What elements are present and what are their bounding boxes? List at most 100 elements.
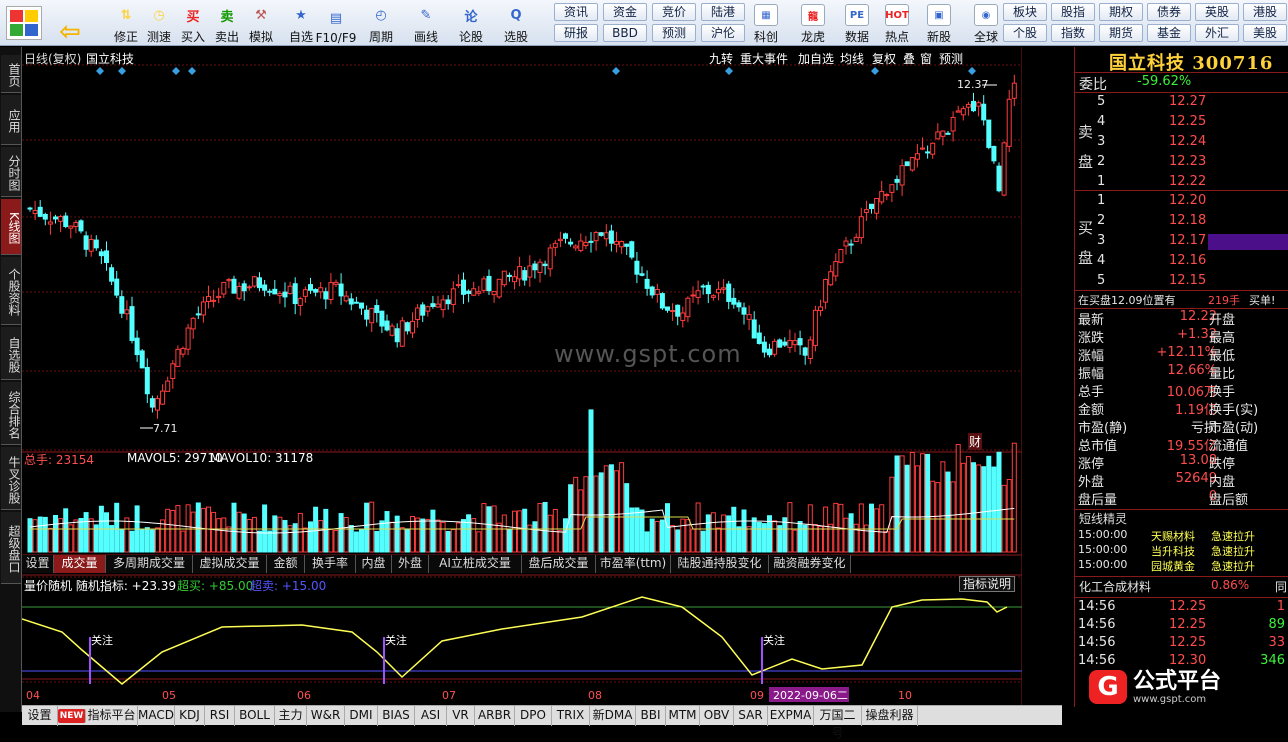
indicator-tab-8[interactable]: W&R	[307, 706, 345, 726]
indicator-tab-0[interactable]: 设置	[22, 706, 58, 726]
indicator-tab-13[interactable]: ARBR	[475, 706, 515, 726]
chart-header-button[interactable]: 九转	[709, 50, 733, 67]
subtab-11[interactable]: 陆股通持股变化	[671, 555, 769, 573]
market-link-button[interactable]: 港股	[1243, 3, 1287, 21]
indicator-tab-4[interactable]: KDJ	[175, 706, 205, 726]
chart-header-button[interactable]: 均线	[840, 50, 864, 67]
subtab-9[interactable]: 盘后成交量	[522, 555, 596, 573]
indicator-help-button[interactable]: 指标说明	[959, 576, 1016, 592]
candle-body	[930, 142, 936, 155]
back-button[interactable]: ⇦	[52, 1, 88, 47]
quick-link-button[interactable]: 资讯	[554, 3, 598, 21]
left-tab-2[interactable]: 分时图	[1, 147, 21, 197]
quick-link-button[interactable]: 沪伦	[701, 24, 745, 42]
toolbar-pencil-button[interactable]: ✎ 画线	[407, 1, 445, 45]
toolbar-ipo-button[interactable]: ▣ 新股	[918, 1, 960, 45]
subtab-1[interactable]: 成交量	[54, 555, 106, 573]
left-tab-3[interactable]: K线图	[1, 199, 21, 255]
indicator-tab-9[interactable]: DMI	[345, 706, 378, 726]
sector-name[interactable]: 化工合成材料	[1079, 578, 1151, 595]
chart-header-button[interactable]: 加自选	[798, 50, 834, 67]
kline-chart-svg[interactable]: 12.6311.6010.579.528.499.36159037951X10+…	[22, 47, 1022, 707]
indicator-tab-12[interactable]: VR	[447, 706, 475, 726]
left-tab-1[interactable]: 应用	[1, 95, 21, 145]
left-tab-0[interactable]: 首页	[1, 55, 21, 93]
indicator-tab-15[interactable]: TRIX	[552, 706, 590, 726]
quick-link-button[interactable]: 竞价	[652, 3, 696, 21]
indicator-tab-2[interactable]: 指标平台	[86, 706, 138, 726]
chart-header-button[interactable]: 复权	[872, 50, 896, 67]
subtab-4[interactable]: 金额	[267, 555, 305, 573]
toolbar-hot-button[interactable]: HOT 热点	[876, 1, 918, 45]
left-tab-6[interactable]: 综合排名	[1, 382, 21, 445]
toolbar-clock-button[interactable]: ◷ 测速	[140, 1, 178, 45]
toolbar-f10-button[interactable]: ▤ F10/F9	[316, 1, 357, 46]
market-link-button[interactable]: 期货	[1099, 24, 1143, 42]
candle-body	[308, 284, 313, 291]
notice-tag: 买单!	[1249, 294, 1276, 307]
toolbar-pe-button[interactable]: PE 数据	[836, 1, 878, 45]
market-link-button[interactable]: 指数	[1051, 24, 1095, 42]
subtab-8[interactable]: AI立桩成交量	[429, 555, 522, 573]
indicator-tab-5[interactable]: RSI	[205, 706, 235, 726]
indicator-tab-18[interactable]: MTM	[666, 706, 700, 726]
chart-header-button[interactable]: 窗	[920, 50, 932, 67]
toolbar-star-button[interactable]: ★ 自选	[282, 1, 320, 45]
indicator-tab-21[interactable]: EXPMA	[768, 706, 814, 726]
toolbar-buy-button[interactable]: 买买入	[174, 1, 212, 45]
toolbar-dragon-button[interactable]: 龍龙虎	[792, 1, 834, 45]
subtab-7[interactable]: 外盘	[392, 555, 429, 573]
left-tab-7[interactable]: 牛叉诊股	[1, 447, 21, 510]
toolbar-discuss-button[interactable]: 论论股	[452, 1, 490, 45]
subtab-10[interactable]: 市盈率(ttm)	[596, 555, 671, 573]
app-logo-icon[interactable]	[6, 6, 42, 40]
indicator-tab-6[interactable]: BOLL	[235, 706, 275, 726]
indicator-tab-19[interactable]: OBV	[700, 706, 734, 726]
bid-price: 12.18	[1169, 213, 1207, 228]
quick-link-button[interactable]: 资金	[603, 3, 647, 21]
toolbar-chart-button[interactable]: ▦ 科创	[745, 1, 787, 45]
notice-text: 在买盘12.09位置有	[1078, 294, 1176, 307]
subtab-3[interactable]: 虚拟成交量	[193, 555, 267, 573]
market-link-button[interactable]: 外汇	[1195, 24, 1239, 42]
quick-link-button[interactable]: 研报	[554, 24, 598, 42]
market-link-button[interactable]: 个股	[1003, 24, 1047, 42]
quick-link-button[interactable]: BBD	[603, 24, 647, 42]
market-link-button[interactable]: 美股	[1243, 24, 1287, 42]
indicator-tab-20[interactable]: SAR	[734, 706, 768, 726]
market-link-button[interactable]: 债券	[1147, 3, 1191, 21]
finance-marker[interactable]: 财	[968, 433, 983, 450]
toolbar-globe-button[interactable]: ◉ 全球	[965, 1, 1007, 45]
market-link-button[interactable]: 期权	[1099, 3, 1143, 21]
quick-link-button[interactable]: 陆港	[701, 3, 745, 21]
market-link-button[interactable]: 基金	[1147, 24, 1191, 42]
indicator-tab-23[interactable]: 操盘利器	[862, 706, 918, 726]
subtab-12[interactable]: 融资融券变化	[769, 555, 851, 573]
market-link-button[interactable]: 英股	[1195, 3, 1239, 21]
chart-header-button[interactable]: 预测	[939, 50, 963, 67]
indicator-tab-3[interactable]: MACD	[138, 706, 175, 726]
quick-link-button[interactable]: 预测	[652, 24, 696, 42]
subtab-2[interactable]: 多周期成交量	[106, 555, 193, 573]
subtab-6[interactable]: 内盘	[356, 555, 392, 573]
market-link-button[interactable]: 板块	[1003, 3, 1047, 21]
toolbar-sell-button[interactable]: 卖卖出	[208, 1, 246, 45]
indicator-tab-22[interactable]: 万国二号	[814, 706, 862, 740]
subtab-5[interactable]: 换手率	[305, 555, 356, 573]
left-tab-5[interactable]: 自选股	[1, 327, 21, 380]
subtab-0[interactable]: 设置	[22, 555, 54, 573]
toolbar-hammer-button[interactable]: ⚒ 模拟	[242, 1, 280, 45]
indicator-tab-7[interactable]: 主力	[275, 706, 307, 726]
toolbar-select-stock-button[interactable]: Q 选股	[497, 1, 535, 45]
chart-header-button[interactable]: 叠	[903, 50, 915, 67]
left-tab-4[interactable]: 个股资料	[1, 257, 21, 325]
left-tab-8[interactable]: 超级盘口	[1, 512, 21, 584]
indicator-tab-11[interactable]: ASI	[415, 706, 447, 726]
indicator-tab-17[interactable]: BBI	[636, 706, 666, 726]
indicator-tab-16[interactable]: 新DMA	[590, 706, 636, 726]
indicator-tab-10[interactable]: BIAS	[378, 706, 415, 726]
market-link-button[interactable]: 股指	[1051, 3, 1095, 21]
indicator-tab-14[interactable]: DPO	[515, 706, 552, 726]
toolbar-cycle-button[interactable]: ◴ 周期	[362, 1, 400, 45]
chart-header-button[interactable]: 重大事件	[740, 50, 788, 67]
